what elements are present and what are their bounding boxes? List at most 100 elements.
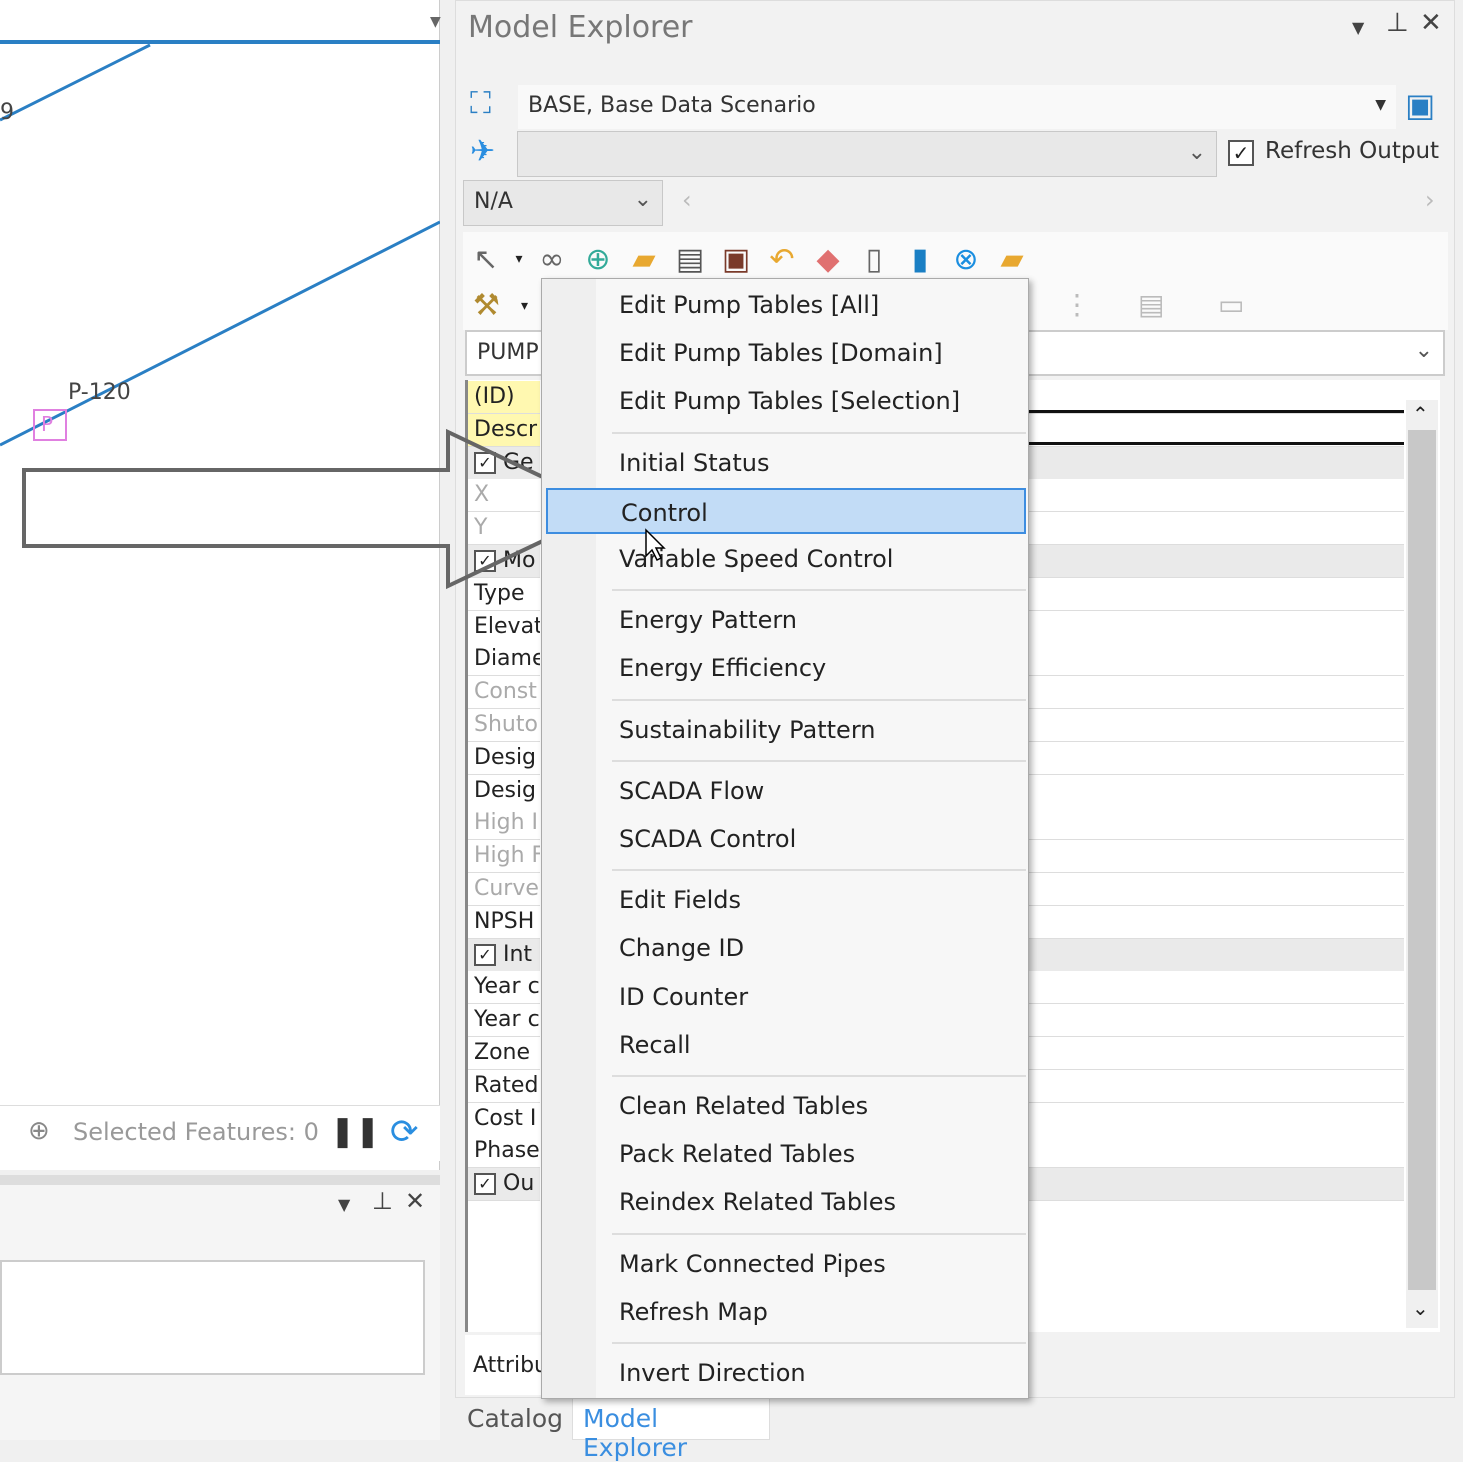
select-features-icon[interactable]: ⊕ — [28, 1116, 50, 1146]
sort-icon[interactable]: ⋮ — [1063, 288, 1091, 321]
next-icon[interactable]: › — [1425, 186, 1435, 214]
splitter[interactable] — [0, 1175, 440, 1185]
attribute-value-cell[interactable] — [1028, 741, 1404, 775]
scenario-manager-icon[interactable]: ▣ — [1405, 86, 1435, 124]
scenario-combo[interactable]: BASE, Base Data Scenario ▼ — [517, 84, 1397, 130]
attribute-value-cell[interactable] — [1028, 840, 1404, 874]
secondary-combo[interactable]: ⌄ — [517, 131, 1217, 177]
attribute-row[interactable]: Year c — [468, 1004, 540, 1038]
attribute-row[interactable]: ✓ Int — [468, 938, 540, 972]
attribute-row[interactable]: Curve — [468, 873, 540, 906]
attribute-row[interactable]: Desig — [468, 741, 540, 775]
menu-item-edit-pump-tables-all[interactable]: Edit Pump Tables [All] — [546, 282, 1026, 328]
menu-item-edit-pump-tables-domain[interactable]: Edit Pump Tables [Domain] — [546, 330, 1026, 376]
menu-item-energy-efficiency[interactable]: Energy Efficiency — [546, 645, 1026, 691]
attribute-value-cell[interactable] — [1028, 643, 1404, 677]
menu-item-clean-related-tables[interactable]: Clean Related Tables — [546, 1083, 1026, 1129]
menu-item-energy-pattern[interactable]: Energy Pattern — [546, 597, 1026, 643]
scrollbar-thumb[interactable] — [1408, 430, 1436, 1290]
attribute-value-cell[interactable] — [1028, 1135, 1404, 1169]
attributes-tab[interactable]: Attribu — [465, 1335, 548, 1395]
attribute-row[interactable]: High F — [468, 840, 540, 874]
attribute-value-cell[interactable] — [1028, 479, 1404, 513]
pause-icon[interactable]: ❚❚ — [330, 1114, 380, 1149]
attribute-row[interactable]: High I — [468, 807, 540, 841]
save-as-icon[interactable]: ▤ — [667, 242, 713, 277]
panel-menu-icon[interactable]: ▼ — [1352, 18, 1364, 37]
undo-icon[interactable]: ↶ — [759, 242, 805, 277]
attribute-value-cell[interactable] — [1028, 676, 1404, 710]
attribute-value-cell[interactable] — [1028, 545, 1404, 578]
menu-item-refresh-map[interactable]: Refresh Map — [546, 1289, 1026, 1335]
scrollbar[interactable]: ⌃ ⌄ — [1406, 400, 1438, 1328]
attribute-value-cell[interactable] — [1028, 610, 1404, 644]
attribute-row[interactable]: ✓ Ou — [468, 1168, 540, 1202]
attribute-value-cell[interactable] — [1028, 1069, 1404, 1103]
eraser-icon[interactable]: ◆ — [805, 242, 851, 277]
menu-item-recall[interactable]: Recall — [546, 1022, 1026, 1068]
attribute-value-cell[interactable] — [1028, 774, 1404, 808]
menu-item-sustainability-pattern[interactable]: Sustainability Pattern — [546, 707, 1026, 753]
attribute-value-cell[interactable] — [1028, 512, 1404, 546]
menu-item-id-counter[interactable]: ID Counter — [546, 974, 1026, 1020]
attribute-row[interactable]: Year c — [468, 971, 540, 1005]
attribute-value-cell[interactable] — [1028, 971, 1404, 1005]
table-icon[interactable]: ▤ — [1138, 288, 1164, 321]
attribute-value-cell[interactable] — [1028, 905, 1404, 939]
attribute-row[interactable]: Desig — [468, 774, 540, 808]
menu-item-change-id[interactable]: Change ID — [546, 925, 1026, 971]
attribute-row[interactable]: NPSH — [468, 905, 540, 939]
folder-chart-icon[interactable]: ▰ — [989, 242, 1035, 277]
menu-item-edit-fields[interactable]: Edit Fields — [546, 877, 1026, 923]
chart-icon[interactable]: ▮ — [897, 242, 943, 277]
attribute-value-cell[interactable] — [1028, 1102, 1404, 1136]
category-expand-checkbox[interactable]: ✓ — [474, 1173, 496, 1196]
close-icon[interactable]: ✕ — [405, 1187, 425, 1215]
attribute-row[interactable]: Phase — [468, 1135, 540, 1169]
panel-menu-icon[interactable]: ▼ — [338, 1195, 350, 1214]
menu-item-invert-direction[interactable]: Invert Direction — [546, 1350, 1026, 1396]
attribute-row[interactable]: Const — [468, 676, 540, 710]
attribute-value-cell[interactable] — [1028, 1004, 1404, 1038]
attribute-row[interactable]: Zone — [468, 1037, 540, 1070]
refresh-output-checkbox[interactable]: ✓ — [1228, 140, 1254, 166]
menu-item-scada-flow[interactable]: SCADA Flow — [546, 768, 1026, 814]
scroll-up-icon[interactable]: ⌃ — [1412, 402, 1429, 426]
previous-icon[interactable]: ‹ — [682, 186, 692, 214]
menu-item-control[interactable]: Control — [546, 487, 1026, 534]
open-folder-icon[interactable]: ▰ — [621, 242, 667, 277]
attribute-value-cell[interactable] — [1028, 577, 1404, 611]
pin-icon[interactable]: ⊥ — [1386, 8, 1409, 38]
attribute-value-cell[interactable] — [1028, 709, 1404, 742]
close-icon[interactable]: ✕ — [1420, 8, 1442, 38]
menu-item-edit-pump-tables-selection[interactable]: Edit Pump Tables [Selection] — [546, 378, 1026, 424]
display-icon[interactable]: ▭ — [1218, 288, 1244, 321]
attribute-row[interactable]: Cost I — [468, 1102, 540, 1136]
report-icon[interactable]: ▯ — [851, 242, 897, 277]
menu-item-mark-connected-pipes[interactable]: Mark Connected Pipes — [546, 1241, 1026, 1287]
attribute-row[interactable]: Shuto — [468, 709, 540, 742]
menu-item-initial-status[interactable]: Initial Status — [546, 440, 1026, 486]
menu-item-variable-speed-control[interactable]: Variable Speed Control — [546, 536, 1026, 582]
refresh-icon[interactable]: ⟳ — [390, 1112, 419, 1152]
attribute-row[interactable]: Elevat — [468, 610, 540, 644]
attribute-value-cell[interactable] — [1028, 446, 1404, 480]
category-expand-checkbox[interactable]: ✓ — [474, 943, 496, 966]
tab-catalog[interactable]: Catalog — [467, 1404, 563, 1433]
attribute-value-cell[interactable] — [1028, 1037, 1404, 1070]
attribute-row[interactable]: Diame — [468, 643, 540, 677]
attribute-row[interactable]: Rated — [468, 1069, 540, 1103]
link-icon[interactable]: ⊗ — [943, 242, 989, 277]
menu-item-scada-control[interactable]: SCADA Control — [546, 816, 1026, 862]
pin-icon[interactable]: ⊥ — [372, 1187, 393, 1215]
attribute-value-cell[interactable] — [1028, 873, 1404, 906]
attribute-value-cell[interactable] — [1028, 938, 1404, 972]
menu-item-pack-related-tables[interactable]: Pack Related Tables — [546, 1131, 1026, 1177]
attribute-value-cell[interactable] — [1028, 807, 1404, 841]
scroll-down-icon[interactable]: ⌄ — [1412, 1296, 1429, 1320]
attribute-value-cell[interactable] — [1028, 1168, 1404, 1202]
menu-separator — [612, 698, 1026, 701]
menu-item-reindex-related-tables[interactable]: Reindex Related Tables — [546, 1179, 1026, 1225]
tab-model-explorer[interactable]: Model Explorer — [572, 1398, 770, 1462]
save-icon[interactable]: ▣ — [713, 242, 759, 277]
